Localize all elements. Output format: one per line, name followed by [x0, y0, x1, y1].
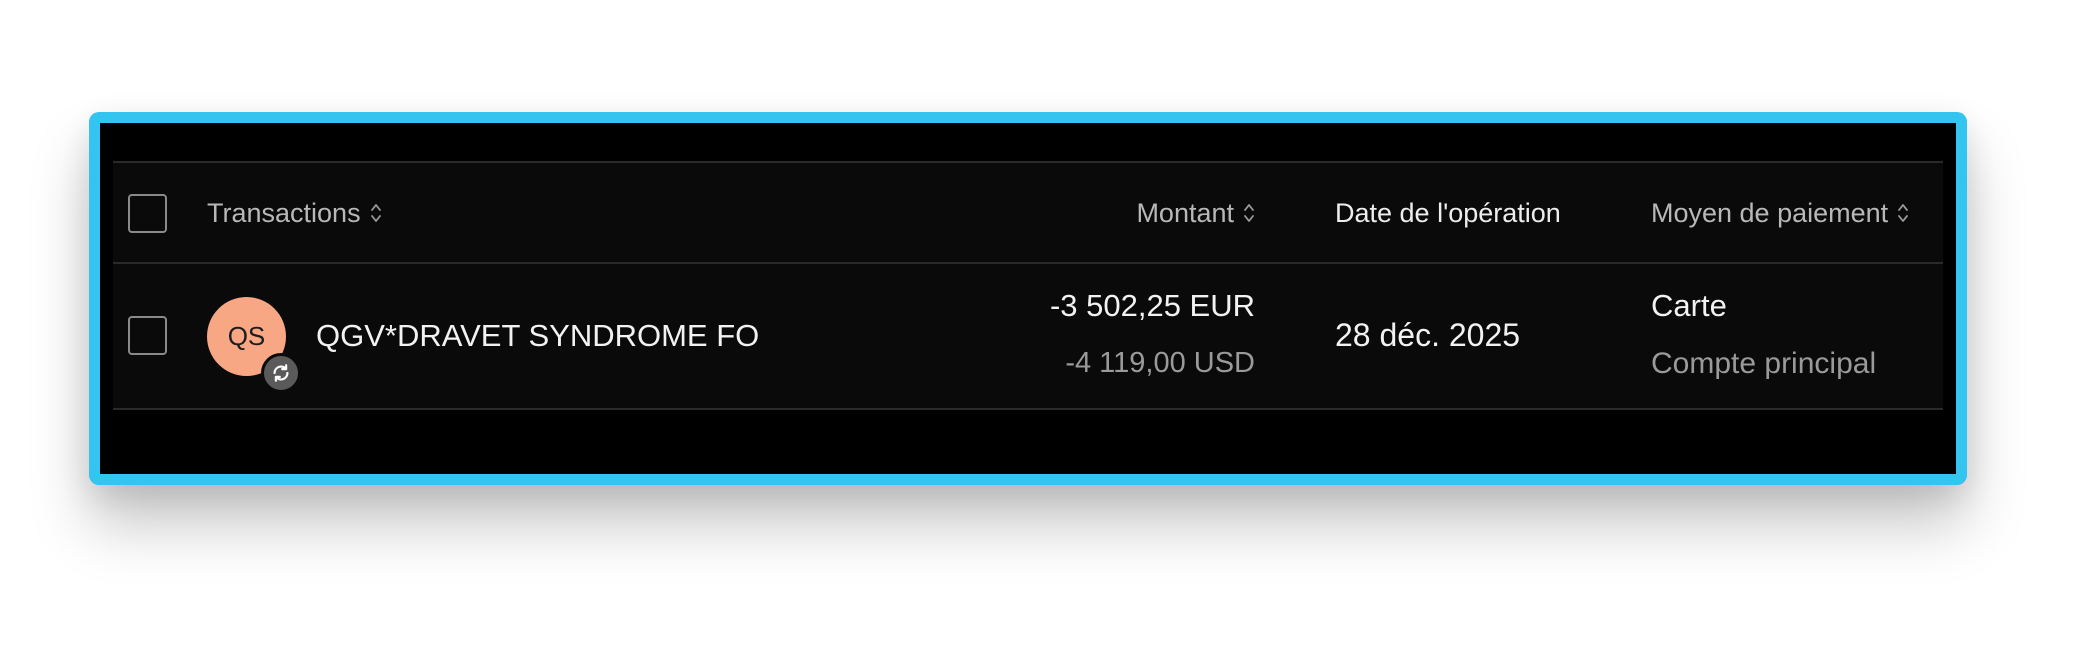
merchant-name: QGV*DRAVET SYNDROME FO	[316, 318, 760, 353]
original-currency-amount: -4 119,00 USD	[1065, 347, 1255, 379]
transactions-table: Transactions Montant Date de l'opération…	[113, 161, 1943, 410]
transaction-date: 28 déc. 2025	[1335, 317, 1521, 353]
row-checkbox[interactable]	[128, 316, 167, 355]
table-header-row: Transactions Montant Date de l'opération…	[113, 163, 1943, 264]
sort-icon[interactable]	[1897, 202, 1909, 224]
table-row[interactable]: QS QGV*DRAVET SYNDROME FO -3 502,25 EUR …	[113, 264, 1943, 410]
column-header-payment[interactable]: Moyen de paiement	[1651, 195, 1909, 231]
column-header-label: Moyen de paiement	[1651, 197, 1889, 228]
recurring-icon	[261, 353, 301, 393]
avatar-initials: QS	[227, 321, 266, 351]
column-header-amount[interactable]: Montant	[1136, 195, 1255, 231]
transaction-amount: -3 502,25 EUR	[1049, 288, 1255, 323]
payment-account: Compte principal	[1651, 347, 1877, 380]
column-header-transactions[interactable]: Transactions	[207, 195, 382, 231]
sort-icon[interactable]	[370, 202, 382, 224]
sort-icon[interactable]	[1243, 202, 1255, 224]
column-header-date[interactable]: Date de l'opération	[1335, 195, 1573, 231]
column-header-label: Montant	[1136, 197, 1234, 228]
column-header-label: Transactions	[207, 197, 361, 228]
payment-method: Carte	[1651, 288, 1727, 323]
select-all-checkbox[interactable]	[128, 194, 167, 233]
transactions-panel: Transactions Montant Date de l'opération…	[89, 112, 1967, 485]
column-header-label: Date de l'opération	[1335, 197, 1561, 228]
